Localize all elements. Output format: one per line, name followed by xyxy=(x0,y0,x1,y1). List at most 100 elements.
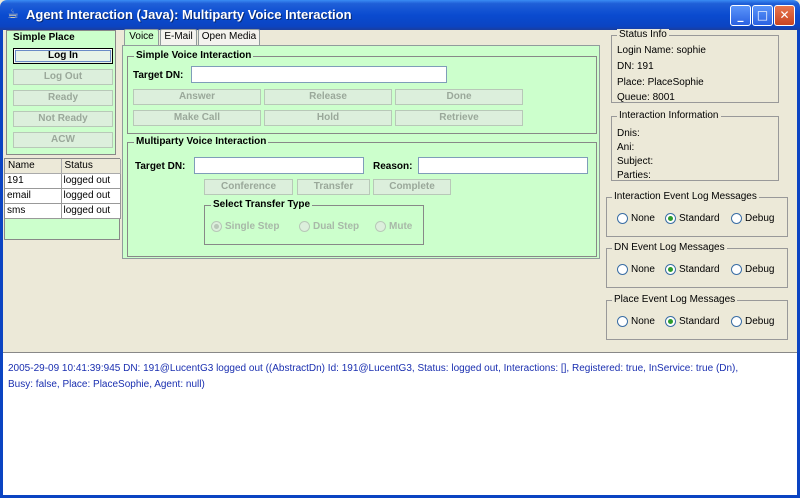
interaction-event-log-title: Interaction Event Log Messages xyxy=(612,191,759,202)
dn-text: DN: 191 xyxy=(617,61,654,72)
media-status-cell: logged out xyxy=(61,203,121,219)
radio-indicator xyxy=(211,221,222,232)
media-status-cell: logged out xyxy=(61,173,121,189)
not-ready-button[interactable]: Not Ready xyxy=(13,111,113,127)
ani-text: Ani: xyxy=(617,142,635,153)
interaction-log-none-radio[interactable]: None xyxy=(617,213,655,224)
log-in-button[interactable]: Log In xyxy=(13,48,113,64)
media-status-table: Name Status 191 logged out email logged … xyxy=(4,158,121,240)
answer-button[interactable]: Answer xyxy=(133,89,261,105)
java-cup-icon: ☕ xyxy=(7,7,19,22)
close-button[interactable]: ✕ xyxy=(774,5,795,26)
hold-button[interactable]: Hold xyxy=(264,110,392,126)
single-step-label: Single Step xyxy=(225,221,280,232)
table-row[interactable]: 191 logged out xyxy=(5,173,121,189)
mute-radio[interactable]: Mute xyxy=(375,221,412,232)
voice-tab-panel: Simple Voice Interaction Target DN: Answ… xyxy=(122,45,600,259)
simple-voice-group: Simple Voice Interaction Target DN: Answ… xyxy=(127,50,597,134)
tab-email[interactable]: E-Mail xyxy=(160,29,197,45)
debug-label: Debug xyxy=(745,264,775,275)
radio-indicator xyxy=(665,264,676,275)
done-button[interactable]: Done xyxy=(395,89,523,105)
radio-indicator xyxy=(665,213,676,224)
ready-button[interactable]: Ready xyxy=(13,90,113,106)
interaction-event-log-panel: Interaction Event Log Messages None Stan… xyxy=(606,191,788,237)
place-log-standard-radio[interactable]: Standard xyxy=(665,316,720,327)
debug-label: Debug xyxy=(745,213,775,224)
media-name-cell: 191 xyxy=(5,173,62,189)
multiparty-voice-title: Multiparty Voice Interaction xyxy=(134,136,269,147)
radio-indicator xyxy=(731,316,742,327)
target-dn-label: Target DN: xyxy=(133,70,184,81)
subject-text: Subject: xyxy=(617,156,654,167)
radio-indicator xyxy=(299,221,310,232)
tab-voice[interactable]: Voice xyxy=(124,29,159,46)
queue-text: Queue: 8001 xyxy=(617,92,675,103)
make-call-button[interactable]: Make Call xyxy=(133,110,261,126)
complete-button[interactable]: Complete xyxy=(373,179,451,195)
dn-event-log-title: DN Event Log Messages xyxy=(612,242,727,253)
log-line: Busy: false, Place: PlaceSophie, Agent: … xyxy=(8,379,205,390)
dnis-text: Dnis: xyxy=(617,128,640,139)
log-text-area[interactable]: 2005-29-09 10:41:39:945 DN: 191@LucentG3… xyxy=(3,352,797,495)
dn-event-log-panel: DN Event Log Messages None Standard Debu… xyxy=(606,242,788,288)
interaction-log-standard-radio[interactable]: Standard xyxy=(665,213,720,224)
log-line: 2005-29-09 10:41:39:945 DN: 191@LucentG3… xyxy=(8,363,739,374)
place-log-none-radio[interactable]: None xyxy=(617,316,655,327)
reason-label: Reason: xyxy=(373,161,413,172)
none-label: None xyxy=(631,316,655,327)
multiparty-target-dn-input[interactable] xyxy=(194,157,364,174)
dual-step-radio[interactable]: Dual Step xyxy=(299,221,359,232)
standard-label: Standard xyxy=(679,316,720,327)
table-row[interactable]: sms logged out xyxy=(5,203,121,219)
log-message: 2005-29-09 10:41:39:945 DN: 191@LucentG3… xyxy=(8,361,788,393)
dn-log-none-radio[interactable]: None xyxy=(617,264,655,275)
release-button[interactable]: Release xyxy=(264,89,392,105)
simple-place-panel: Simple Place Log In Log Out Ready Not Re… xyxy=(6,30,116,155)
status-info-title: Status Info xyxy=(617,29,669,40)
multiparty-target-dn-label: Target DN: xyxy=(135,161,186,172)
simple-voice-title: Simple Voice Interaction xyxy=(134,50,254,61)
simple-place-title: Simple Place xyxy=(13,32,75,43)
place-log-debug-radio[interactable]: Debug xyxy=(731,316,774,327)
tab-open-media[interactable]: Open Media xyxy=(198,29,260,45)
status-column-header[interactable]: Status xyxy=(61,159,121,174)
dn-log-debug-radio[interactable]: Debug xyxy=(731,264,774,275)
radio-indicator xyxy=(731,213,742,224)
retrieve-button[interactable]: Retrieve xyxy=(395,110,523,126)
interaction-info-panel: Interaction Information Dnis: Ani: Subje… xyxy=(611,110,779,181)
transfer-type-group: Select Transfer Type Single Step Dual St… xyxy=(204,199,424,245)
target-dn-input[interactable] xyxy=(191,66,447,83)
radio-indicator xyxy=(617,213,628,224)
conference-button[interactable]: Conference xyxy=(204,179,293,195)
title-bar[interactable]: ☕ Agent Interaction (Java): Multiparty V… xyxy=(0,0,800,30)
radio-indicator xyxy=(617,316,628,327)
maximize-button[interactable]: □ xyxy=(752,5,773,26)
transfer-button[interactable]: Transfer xyxy=(297,179,370,195)
dn-log-standard-radio[interactable]: Standard xyxy=(665,264,720,275)
reason-input[interactable] xyxy=(418,157,588,174)
place-event-log-title: Place Event Log Messages xyxy=(612,294,738,305)
status-info-panel: Status Info Login Name: sophie DN: 191 P… xyxy=(611,29,779,103)
parties-text: Parties: xyxy=(617,170,651,181)
multiparty-voice-group: Multiparty Voice Interaction Target DN: … xyxy=(127,136,597,257)
interaction-log-debug-radio[interactable]: Debug xyxy=(731,213,774,224)
debug-label: Debug xyxy=(745,316,775,327)
radio-indicator xyxy=(375,221,386,232)
none-label: None xyxy=(631,213,655,224)
name-column-header[interactable]: Name xyxy=(5,159,62,174)
single-step-radio[interactable]: Single Step xyxy=(211,221,279,232)
window-title: Agent Interaction (Java): Multiparty Voi… xyxy=(26,7,352,22)
acw-button[interactable]: ACW xyxy=(13,132,113,148)
dual-step-label: Dual Step xyxy=(313,221,360,232)
media-name-cell: email xyxy=(5,188,62,204)
table-row[interactable]: email logged out xyxy=(5,188,121,204)
login-name-text: Login Name: sophie xyxy=(617,45,706,56)
none-label: None xyxy=(631,264,655,275)
minimize-button[interactable]: _ xyxy=(730,5,751,26)
standard-label: Standard xyxy=(679,264,720,275)
radio-indicator xyxy=(665,316,676,327)
log-out-button[interactable]: Log Out xyxy=(13,69,113,85)
radio-indicator xyxy=(617,264,628,275)
mute-label: Mute xyxy=(389,221,413,232)
